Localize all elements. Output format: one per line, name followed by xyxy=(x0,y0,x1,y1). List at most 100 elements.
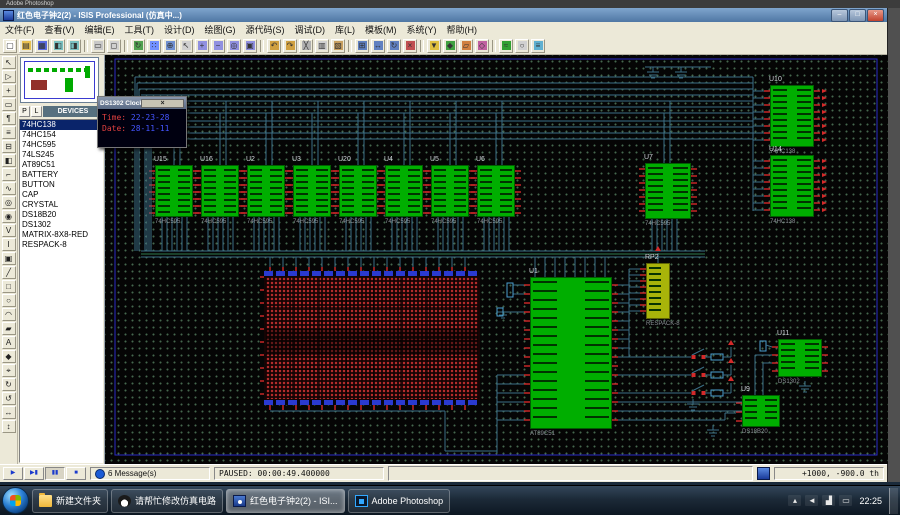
action-center-icon[interactable]: ▭ xyxy=(839,495,852,506)
show-desktop-button[interactable] xyxy=(889,488,898,514)
schematic-canvas[interactable]: U1574HC595U1674HC595U274HC595U374HC595U2… xyxy=(105,55,888,464)
mark-area-icon[interactable]: ◻ xyxy=(107,39,121,53)
menu-item[interactable]: 源代码(S) xyxy=(241,23,290,36)
device-list-item[interactable]: 74LS245 xyxy=(20,150,102,160)
maximize-button[interactable]: □ xyxy=(849,9,866,22)
virtual-instruments-icon[interactable]: ▣ xyxy=(2,252,16,265)
cursor-icon[interactable]: ↖ xyxy=(179,39,193,53)
title-bar[interactable]: 红色电子钟2(2) - ISIS Professional (仿真中...) –… xyxy=(0,8,887,22)
import-icon[interactable]: ◧ xyxy=(51,39,65,53)
menu-item[interactable]: 库(L) xyxy=(330,23,360,36)
component-U15[interactable]: U1574HC595 xyxy=(155,165,193,217)
pick-parts-button[interactable]: P xyxy=(19,106,30,117)
undo-icon[interactable]: ↶ xyxy=(267,39,281,53)
selection-tool-icon[interactable]: ↖ xyxy=(2,56,16,69)
led-matrix[interactable] xyxy=(264,271,480,405)
separator[interactable] xyxy=(84,40,88,52)
component-U16[interactable]: U1674HC595 xyxy=(201,165,239,217)
component-U4[interactable]: U474HC595 xyxy=(385,165,423,217)
block-delete-icon[interactable]: × xyxy=(403,39,417,53)
menu-item[interactable]: 系统(Y) xyxy=(402,23,442,36)
zoom-in-icon[interactable]: + xyxy=(195,39,209,53)
separator[interactable] xyxy=(348,40,352,52)
separator[interactable] xyxy=(492,40,496,52)
component-U7[interactable]: U774HC595 xyxy=(645,163,691,219)
new-file-icon[interactable]: ▢ xyxy=(3,39,17,53)
component-U5[interactable]: U574HC595 xyxy=(431,165,469,217)
arc-tool-icon[interactable]: ◠ xyxy=(2,308,16,321)
taskbar-item-folder[interactable]: 新建文件夹 xyxy=(32,489,108,513)
open-folder-icon[interactable]: ▤ xyxy=(19,39,33,53)
menu-item[interactable]: 模板(M) xyxy=(360,23,402,36)
zoom-area-icon[interactable]: ▣ xyxy=(243,39,257,53)
separator[interactable] xyxy=(420,40,424,52)
circle-tool-icon[interactable]: ○ xyxy=(2,294,16,307)
text-script-icon[interactable]: ¶ xyxy=(2,112,16,125)
symbol-tool-icon[interactable]: ◆ xyxy=(2,350,16,363)
menu-item[interactable]: 文件(F) xyxy=(0,23,40,36)
volume-icon[interactable]: ◄ xyxy=(805,495,818,506)
mirror-x-icon[interactable]: ↔ xyxy=(2,406,16,419)
subcircuit-icon[interactable]: ⊟ xyxy=(2,140,16,153)
component-U6[interactable]: U674HC595 xyxy=(477,165,515,217)
device-list-item[interactable]: 74HC595 xyxy=(20,140,102,150)
current-probe-icon[interactable]: I xyxy=(2,238,16,251)
bus-mode-icon[interactable]: ≡ xyxy=(2,126,16,139)
block-move-icon[interactable]: ↔ xyxy=(371,39,385,53)
menu-item[interactable]: 设计(D) xyxy=(159,23,200,36)
search-tag-icon[interactable]: ○ xyxy=(515,39,529,53)
menu-item[interactable]: 工具(T) xyxy=(120,23,160,36)
device-list-item[interactable]: MATRIX-8X8-RED xyxy=(20,230,102,240)
device-list-item[interactable]: DS18B20 xyxy=(20,210,102,220)
separator[interactable] xyxy=(124,40,128,52)
redo-icon[interactable]: ↷ xyxy=(283,39,297,53)
ds1302-clock-popup[interactable]: DS1302 Clock - U11 × Time: 22-23-28 Date… xyxy=(97,96,187,148)
component-U1[interactable]: U1AT89C51 xyxy=(530,277,612,429)
line-tool-icon[interactable]: ╱ xyxy=(2,266,16,279)
junction-dot-icon[interactable]: + xyxy=(2,84,16,97)
device-list-item[interactable]: RESPACK-8 xyxy=(20,240,102,250)
box-tool-icon[interactable]: □ xyxy=(2,280,16,293)
zoom-all-icon[interactable]: ◎ xyxy=(227,39,241,53)
marker-tool-icon[interactable]: ⌖ xyxy=(2,364,16,377)
preview-window[interactable] xyxy=(20,57,99,103)
component-U11[interactable]: U11DS1302 xyxy=(778,339,822,377)
popup-close-button[interactable]: × xyxy=(141,99,184,108)
wire-label-icon[interactable]: ▭ xyxy=(2,98,16,111)
hidden-icons-button[interactable]: ▴ xyxy=(788,495,801,506)
pick-device-icon[interactable]: ▼ xyxy=(427,39,441,53)
network-icon[interactable]: ▟ xyxy=(822,495,835,506)
refresh-icon[interactable]: ↻ xyxy=(131,39,145,53)
generator-mode-icon[interactable]: ◉ xyxy=(2,210,16,223)
taskbar-item-qq-chat[interactable]: 请帮忙修改仿真电路 xyxy=(111,489,223,513)
tape-recorder-icon[interactable]: ◎ xyxy=(2,196,16,209)
device-list-item[interactable]: BUTTON xyxy=(20,180,102,190)
cut-icon[interactable]: ╳ xyxy=(299,39,313,53)
save-icon[interactable]: ▦ xyxy=(35,39,49,53)
zoom-indicator-icon[interactable] xyxy=(757,467,770,480)
play-button[interactable]: ▶ xyxy=(3,467,23,480)
menu-item[interactable]: 查看(V) xyxy=(40,23,80,36)
start-button[interactable] xyxy=(2,487,29,514)
voltage-probe-icon[interactable]: V xyxy=(2,224,16,237)
device-list-item[interactable]: 74HC154 xyxy=(20,130,102,140)
library-button[interactable]: L xyxy=(31,106,42,117)
mirror-y-icon[interactable]: ↕ xyxy=(2,420,16,433)
component-U20[interactable]: U2074HC595 xyxy=(339,165,377,217)
minimize-button[interactable]: – xyxy=(831,9,848,22)
graph-mode-icon[interactable]: ∿ xyxy=(2,182,16,195)
step-button[interactable]: ▶▮ xyxy=(24,467,44,480)
rotate-cw-icon[interactable]: ↻ xyxy=(2,378,16,391)
export-icon[interactable]: ◨ xyxy=(67,39,81,53)
menu-item[interactable]: 帮助(H) xyxy=(442,23,483,36)
block-rotate-icon[interactable]: ↻ xyxy=(387,39,401,53)
zoom-out-icon[interactable]: − xyxy=(211,39,225,53)
text-tool-icon[interactable]: A xyxy=(2,336,16,349)
stop-button[interactable]: ■ xyxy=(66,467,86,480)
close-button[interactable]: × xyxy=(867,9,884,22)
message-panel[interactable]: 6 Message(s) xyxy=(90,467,210,480)
popup-titlebar[interactable]: DS1302 Clock - U11 × xyxy=(98,97,186,109)
make-device-icon[interactable]: ◆ xyxy=(443,39,457,53)
device-list-item[interactable]: DS1302 xyxy=(20,220,102,230)
device-list-item[interactable]: CAP xyxy=(20,190,102,200)
